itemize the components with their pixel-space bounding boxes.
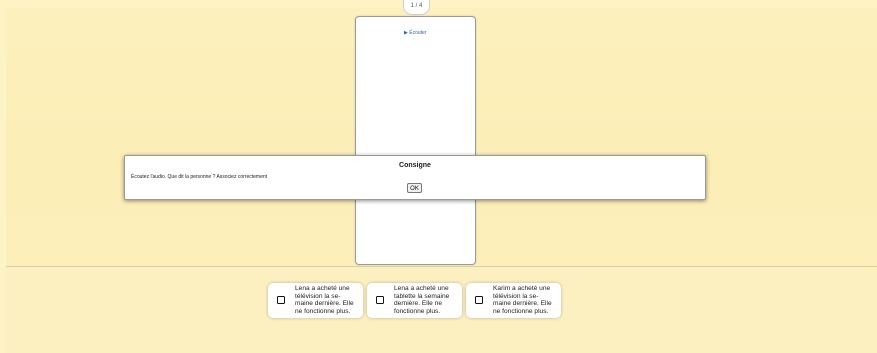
- dialog-title: Consigne: [399, 162, 431, 169]
- area-divider: [6, 266, 877, 267]
- checkbox-icon[interactable]: [475, 296, 483, 304]
- audio-card[interactable]: [355, 16, 476, 265]
- answer-option-1[interactable]: Lena a acheté une télévision la se- main…: [268, 283, 363, 318]
- instruction-dialog: Consigne Écoutez l'audio. Que dit la per…: [124, 155, 706, 200]
- option-label: Lena a acheté une télévision la se- main…: [295, 285, 354, 316]
- checkbox-icon[interactable]: [277, 296, 285, 304]
- checkbox-icon[interactable]: [376, 296, 384, 304]
- listen-audio-link[interactable]: ▶ Écouter: [404, 30, 426, 36]
- answer-option-3[interactable]: Karim a acheté une télévision la se- mai…: [466, 283, 561, 318]
- option-label: Lena a acheté une tablette la semaine de…: [394, 285, 450, 316]
- answer-option-2[interactable]: Lena a acheté une tablette la semaine de…: [367, 283, 462, 318]
- dialog-instruction-text: Écoutez l'audio. Que dit la personne ? A…: [131, 174, 268, 180]
- ok-button[interactable]: OK: [407, 183, 422, 193]
- page-indicator: 1 / 4: [403, 0, 430, 15]
- option-label: Karim a acheté une télévision la se- mai…: [493, 285, 552, 316]
